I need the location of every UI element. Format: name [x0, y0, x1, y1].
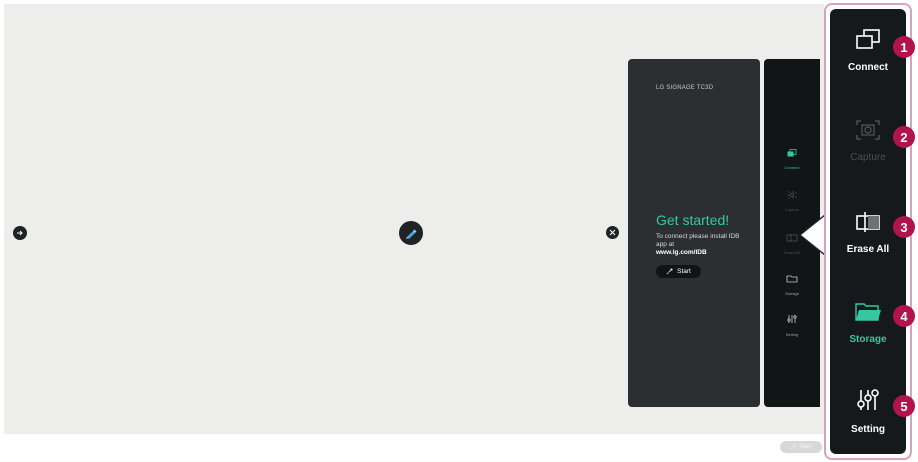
callout-3: 3	[893, 216, 915, 238]
callout-pointer	[798, 215, 826, 256]
rocket-icon	[666, 268, 673, 275]
close-icon	[609, 229, 616, 236]
panel-title: Get started!	[656, 212, 730, 228]
rocket-icon	[790, 444, 796, 450]
mini-item-label: Connect	[784, 165, 800, 170]
capture-icon	[787, 191, 797, 199]
arrow-right-button[interactable]	[13, 226, 27, 240]
mini-item-capture[interactable]: Capture	[764, 186, 820, 212]
mini-item-storage[interactable]: Storage	[764, 270, 820, 296]
erase-all-icon	[856, 212, 880, 232]
erase-all-icon	[786, 234, 798, 242]
connect-icon	[856, 29, 880, 49]
mini-item-label: Setting	[785, 332, 799, 337]
big-item-label: Connect	[848, 62, 888, 73]
mini-item-setting[interactable]: Setting	[764, 311, 820, 337]
callout-2: 2	[893, 126, 915, 148]
storage-icon	[855, 303, 881, 321]
bottom-start-label: Start	[799, 444, 812, 450]
callout-4: 4	[893, 305, 915, 327]
storage-icon	[786, 275, 798, 283]
callout-1: 1	[893, 36, 915, 58]
capture-icon	[856, 120, 880, 140]
connect-icon	[787, 149, 797, 157]
big-item-label: Erase All	[846, 244, 890, 255]
mini-item-connect[interactable]: Connect	[764, 144, 820, 170]
mini-item-label: Capture	[784, 207, 800, 212]
start-button-label: Start	[677, 268, 691, 275]
setting-icon	[787, 315, 797, 323]
panel-description: To connect please install IDB app at	[656, 233, 740, 248]
close-button[interactable]	[606, 226, 619, 239]
big-item-label: Setting	[851, 424, 885, 435]
big-item-label: Storage	[849, 334, 887, 345]
brand-label: LG SIGNAGE TC3D	[656, 85, 714, 91]
callout-5: 5	[893, 395, 915, 417]
pen-tool-button[interactable]	[399, 221, 423, 245]
setting-icon	[857, 389, 879, 410]
pen-icon	[406, 229, 417, 239]
get-started-panel: LG SIGNAGE TC3D Get started! To connect …	[628, 59, 760, 407]
arrow-right-icon	[17, 230, 23, 236]
start-button[interactable]: Start	[656, 265, 701, 278]
big-item-label: Capture	[850, 152, 886, 163]
panel-url: www.lg.com/IDB	[656, 249, 707, 256]
bottom-start-button[interactable]: Start	[780, 441, 822, 453]
mini-item-label: Storage	[784, 291, 799, 296]
